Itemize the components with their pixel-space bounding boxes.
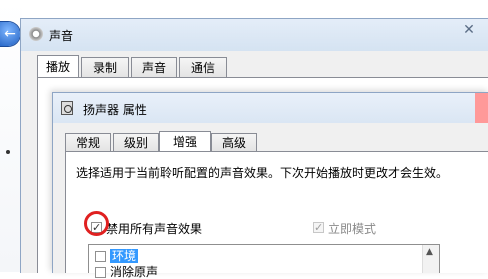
tab-levels[interactable]: 级别 bbox=[113, 133, 159, 152]
close-button-edge[interactable] bbox=[475, 93, 488, 123]
tab-sounds[interactable]: 声音 bbox=[131, 57, 177, 78]
bullet-dot bbox=[6, 150, 10, 154]
effects-list[interactable]: 环境 消除原声 ▲ bbox=[88, 244, 440, 279]
disable-all-effects-label: 禁用所有声音效果 bbox=[106, 222, 203, 236]
checkmark-icon: ✓ bbox=[314, 221, 324, 234]
highlight-circle bbox=[84, 211, 109, 236]
speaker-icon bbox=[29, 27, 43, 41]
enhancements-description: 选择适用于当前聆听配置的声音效果。下次开始播放时更改才会生效。 bbox=[76, 166, 449, 180]
scroll-up-icon[interactable]: ▲ bbox=[426, 247, 433, 257]
speaker-properties-titlebar: 扬声器 属性 bbox=[53, 93, 488, 123]
tab-enhancements[interactable]: 增强 bbox=[159, 131, 211, 153]
effects-scrollbar[interactable]: ▲ bbox=[422, 245, 439, 273]
tab-communications[interactable]: 通信 bbox=[179, 57, 227, 78]
tab-advanced[interactable]: 高级 bbox=[211, 133, 257, 152]
effect-label: 消除原声 bbox=[110, 265, 159, 279]
close-icon[interactable]: ✕ bbox=[449, 19, 488, 41]
effect-label: 环境 bbox=[110, 249, 139, 263]
list-item[interactable]: 消除原声 bbox=[95, 265, 158, 279]
effect-checkbox[interactable] bbox=[95, 251, 106, 262]
effect-checkbox[interactable] bbox=[95, 267, 106, 278]
sound-dialog-titlebar: 声音 ✕ bbox=[21, 19, 488, 51]
immediate-mode-checkbox[interactable]: ✓ bbox=[313, 222, 324, 233]
list-item[interactable]: 环境 bbox=[95, 249, 139, 263]
tab-recording[interactable]: 录制 bbox=[81, 57, 129, 78]
tab-playback[interactable]: 播放 bbox=[37, 55, 79, 78]
speaker-properties-title: 扬声器 属性 bbox=[83, 103, 147, 117]
immediate-mode-label: 立即模式 bbox=[328, 222, 377, 236]
tab-general[interactable]: 常规 bbox=[65, 133, 111, 152]
sound-dialog-title: 声音 bbox=[49, 29, 74, 43]
back-arrow-icon: ← bbox=[4, 26, 16, 42]
speaker-device-icon bbox=[61, 101, 73, 115]
